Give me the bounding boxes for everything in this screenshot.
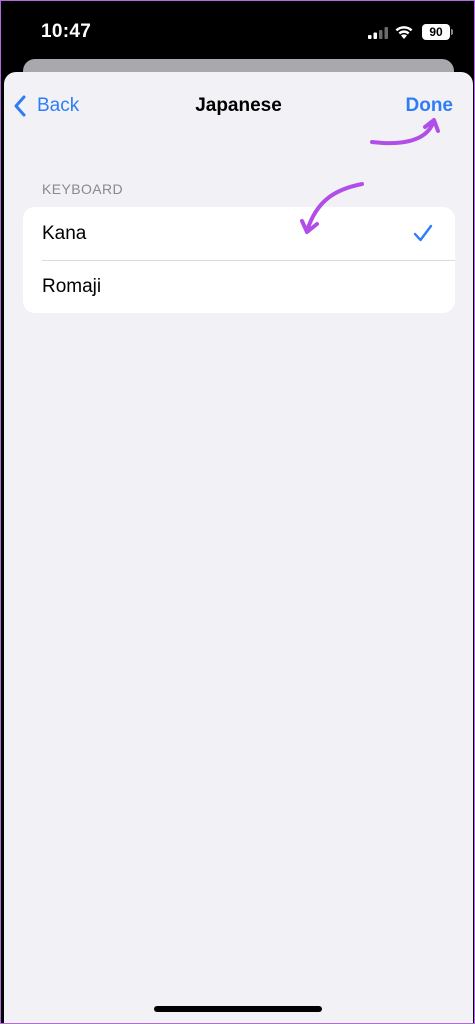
wifi-icon xyxy=(395,26,413,39)
keyboard-options-sheet: Back Japanese Done KEYBOARD Kana Romaji xyxy=(4,72,473,1023)
annotation-arrow-icon xyxy=(370,118,440,146)
section-header: KEYBOARD xyxy=(42,181,123,197)
option-label: Romaji xyxy=(42,275,102,297)
page-title: Japanese xyxy=(195,95,282,116)
option-label: Kana xyxy=(42,222,87,244)
status-time: 10:47 xyxy=(41,21,92,42)
home-indicator[interactable] xyxy=(154,1006,322,1012)
cellular-signal-icon xyxy=(368,27,388,39)
annotation-arrow-icon xyxy=(300,182,364,234)
checkmark-icon xyxy=(413,224,433,242)
option-romaji[interactable]: Romaji xyxy=(23,260,455,313)
phone-screen: 10:47 90 Back Japanese Done KEYBOARD Kan… xyxy=(0,0,475,1024)
keyboard-options-list: Kana Romaji xyxy=(23,207,455,313)
battery-icon: 90 xyxy=(422,24,450,40)
battery-cap xyxy=(451,29,453,35)
option-kana[interactable]: Kana xyxy=(23,207,455,260)
status-bar: 10:47 90 xyxy=(1,1,474,63)
done-button[interactable]: Done xyxy=(406,95,454,117)
